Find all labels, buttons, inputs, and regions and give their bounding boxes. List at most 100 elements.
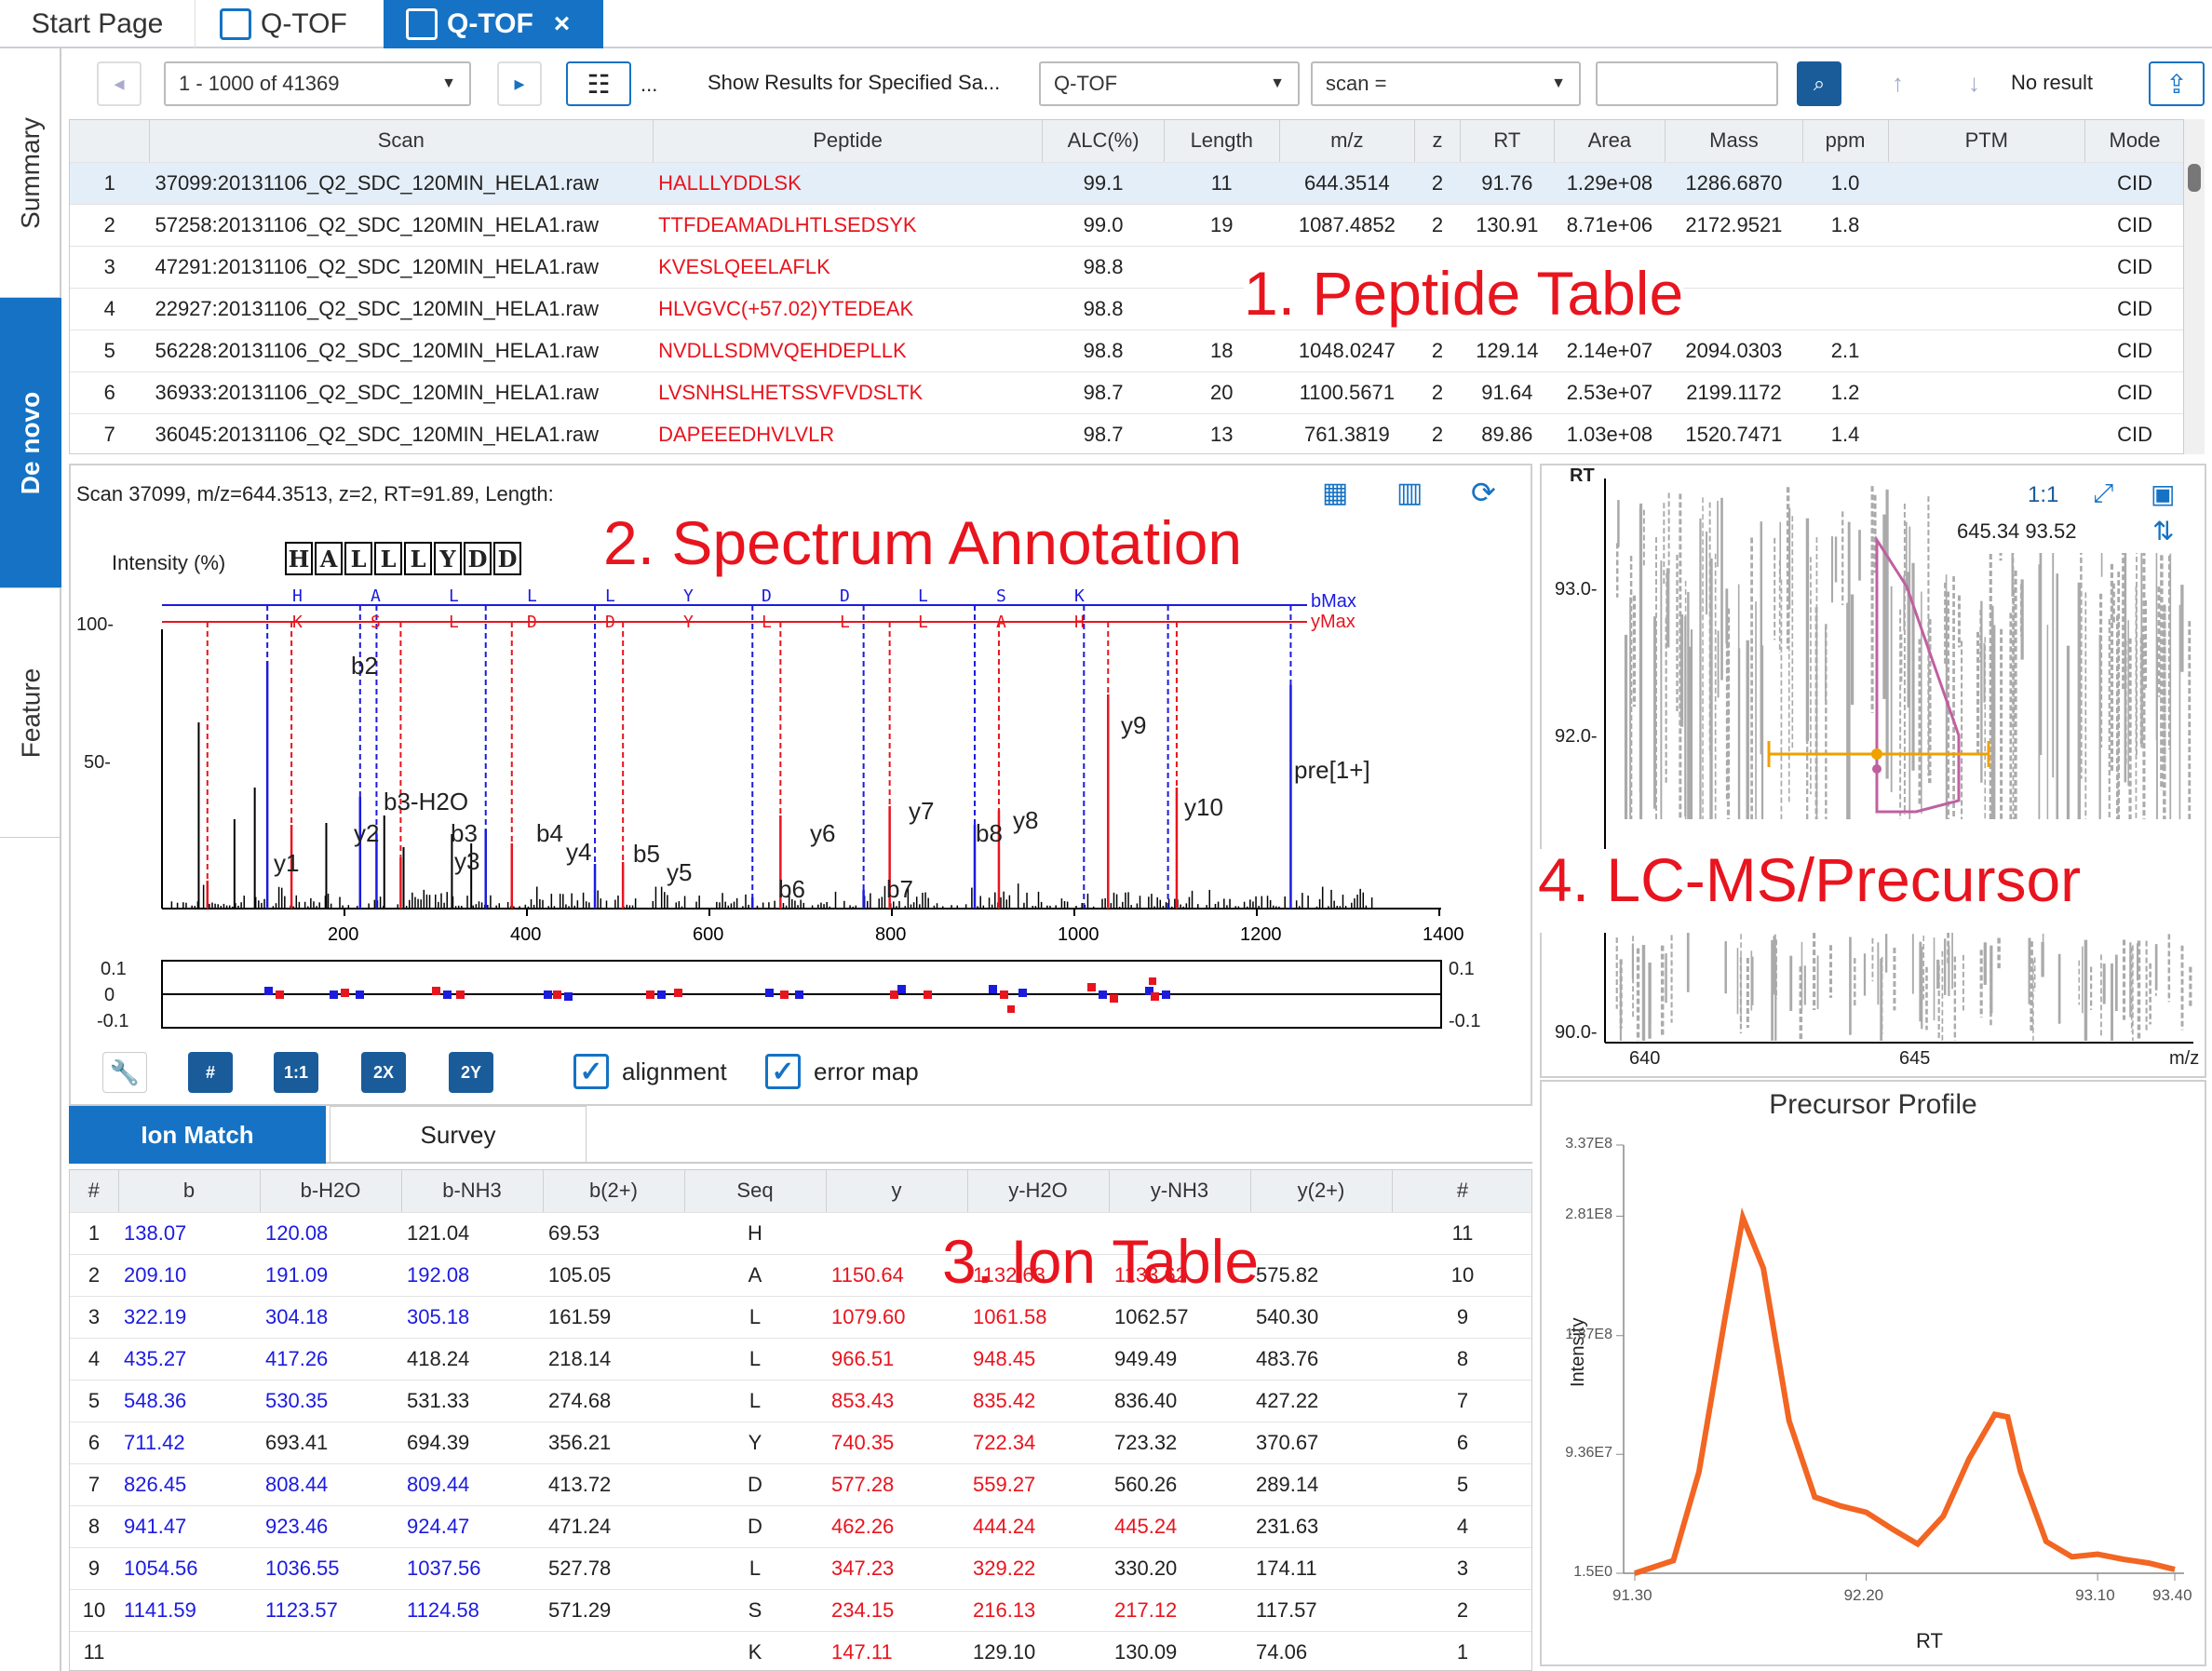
wrench-icon[interactable]: 🔧 (102, 1052, 147, 1093)
table-row[interactable]: 3 47291:20131106_Q2_SDC_120MIN_HELA1.raw K… (70, 246, 2183, 289)
peptide-col-header[interactable]: Scan (149, 120, 654, 163)
bar-chart-icon[interactable]: ▥ (1396, 477, 1423, 509)
table-row[interactable]: 4 435.27 417.26 418.24 218.14 L 966.51 948.45 94… (70, 1338, 1531, 1381)
table-cell: 2 (1392, 1589, 1531, 1632)
table-cell: 18 (1164, 330, 1280, 372)
tab-start-page[interactable]: Start Page (0, 0, 196, 48)
table-cell: 826.45 (118, 1463, 260, 1506)
tab-qtof-1[interactable]: Q-TOF (207, 0, 393, 48)
peptide-col-header[interactable] (70, 120, 150, 163)
table-cell: 445.24 (1109, 1505, 1250, 1548)
table-row[interactable]: 1 138.07 120.08 121.04 69.53 H 11 (70, 1212, 1531, 1255)
tab-survey[interactable]: Survey (330, 1106, 587, 1164)
table-cell: K (684, 1631, 826, 1670)
tab-qtof-2[interactable]: Q-TOF × (384, 0, 603, 48)
prev-page-button[interactable]: ◂ (97, 61, 142, 106)
table-row[interactable]: 5 56228:20131106_Q2_SDC_120MIN_HELA1.raw N… (70, 330, 2183, 372)
table-cell: 191.09 (260, 1254, 401, 1297)
spectrum-tool-icon[interactable] (1238, 473, 1275, 510)
peptide-col-header[interactable]: Mode (2084, 120, 2183, 163)
arrow-down-icon[interactable]: ↓ (1968, 69, 1980, 98)
table-cell: 4 (70, 1338, 118, 1381)
peptide-col-header[interactable]: ppm (1802, 120, 1889, 163)
peptide-col-header[interactable]: Peptide (653, 120, 1044, 163)
ion-col-header[interactable]: y-H2O (967, 1170, 1110, 1213)
ion-label-y7: y7 (909, 797, 935, 825)
next-page-button[interactable]: ▸ (497, 61, 542, 106)
profile-ytick: 3.37E8 (1565, 1136, 1612, 1152)
table-row[interactable]: 4 22927:20131106_Q2_SDC_120MIN_HELA1.raw H… (70, 288, 2183, 330)
table-row[interactable]: 8 941.47 923.46 924.47 471.24 D 462.26 444.24 44… (70, 1505, 1531, 1548)
table-row[interactable]: 3 322.19 304.18 305.18 161.59 L 1079.60 1061.58… (70, 1296, 1531, 1339)
table-row[interactable]: 2 209.10 191.09 192.08 105.05 A 1150.64 1132.63… (70, 1254, 1531, 1297)
table-row[interactable]: 6 711.42 693.41 694.39 356.21 Y 740.35 722.34 72… (70, 1422, 1531, 1464)
ion-col-header[interactable]: # (1392, 1170, 1531, 1213)
search-button[interactable]: ⌕ (1797, 61, 1841, 106)
ion-col-header[interactable]: b (118, 1170, 261, 1213)
page-range-select[interactable]: 1 - 1000 of 41369 ▼ (164, 61, 471, 106)
adjust-icon[interactable]: ⇅ (2152, 516, 2174, 546)
tab-ion-match[interactable]: Ion Match (69, 1106, 326, 1164)
image-export-icon[interactable]: ▣ (2151, 478, 2175, 509)
tab-summary[interactable]: Summary (0, 48, 61, 298)
tab-denovo[interactable]: De novo (0, 298, 61, 588)
table-cell: 216.13 (967, 1589, 1109, 1632)
ion-col-header[interactable]: b-NH3 (401, 1170, 544, 1213)
zoom-2x-button[interactable]: 2X (361, 1052, 406, 1093)
tab-feature[interactable]: Feature (0, 588, 61, 838)
table-cell: 20 (1164, 371, 1280, 414)
table-cell: 129.10 (967, 1631, 1109, 1670)
table-cell: 138.07 (118, 1212, 260, 1255)
hash-button[interactable]: # (188, 1052, 233, 1093)
table-cell: 2 (1414, 371, 1461, 414)
tab-bar: Start Page Q-TOF Q-TOF × (0, 0, 2212, 48)
table-row[interactable]: 10 1141.59 1123.57 1124.58 571.29 S 234.15 216.… (70, 1589, 1531, 1632)
image-icon[interactable]: ▦ (1322, 477, 1348, 509)
table-cell: 7 (70, 413, 150, 453)
ion-col-header[interactable]: b-H2O (260, 1170, 402, 1213)
table-row[interactable]: 2 57258:20131106_Q2_SDC_120MIN_HELA1.raw T… (70, 204, 2183, 247)
filter-settings-button[interactable]: ☷ (566, 61, 631, 106)
table-cell: 853.43 (826, 1380, 967, 1422)
close-icon[interactable]: × (554, 8, 571, 40)
zoom-2y-button[interactable]: 2Y (449, 1052, 493, 1093)
peptide-col-header[interactable]: Length (1164, 120, 1280, 163)
peptide-col-header[interactable]: Area (1554, 120, 1666, 163)
ion-col-header[interactable]: y-NH3 (1109, 1170, 1251, 1213)
peptide-col-header[interactable]: PTM (1888, 120, 2086, 163)
table-row[interactable]: 6 36933:20131106_Q2_SDC_120MIN_HELA1.raw L… (70, 371, 2183, 414)
ion-col-header[interactable]: b(2+) (543, 1170, 685, 1213)
filter-value-input[interactable] (1596, 61, 1778, 106)
table-row[interactable]: 11 K 147.11 129.10 130.09 74.06 1 (70, 1631, 1531, 1670)
peptide-col-header[interactable]: ALC(%) (1042, 120, 1165, 163)
arrow-up-icon[interactable]: ↑ (1892, 69, 1904, 98)
table-row[interactable]: 9 1054.56 1036.55 1037.56 527.78 L 347.23 329.2… (70, 1547, 1531, 1590)
refresh-icon[interactable]: ⟳ (1471, 475, 1496, 510)
filter-field-select[interactable]: scan = ▼ (1311, 61, 1581, 106)
table-cell: 192.08 (401, 1254, 543, 1297)
ion-col-header[interactable]: y (826, 1170, 968, 1213)
peptide-col-header[interactable]: m/z (1279, 120, 1415, 163)
peptide-col-header[interactable]: z (1414, 120, 1462, 163)
table-cell: HLVGVC(+57.02)YTEDEAK (653, 288, 1043, 330)
sample-select[interactable]: Q-TOF ▼ (1039, 61, 1300, 106)
ion-col-header[interactable]: Seq (684, 1170, 827, 1213)
profile-ytick: 2.81E8 (1565, 1206, 1612, 1223)
table-row[interactable]: 1 37099:20131106_Q2_SDC_120MIN_HELA1.raw H… (70, 162, 2183, 205)
ion-col-header[interactable]: # (70, 1170, 119, 1213)
more-button[interactable]: ... (641, 73, 657, 97)
error-map-checkbox[interactable]: ✓ (765, 1054, 801, 1089)
peptide-scrollbar[interactable] (2184, 119, 2205, 454)
chart-zoom-icon[interactable]: ⤢ (2093, 478, 2113, 509)
alignment-checkbox[interactable]: ✓ (573, 1054, 609, 1089)
table-row[interactable]: 7 826.45 808.44 809.44 413.72 D 577.28 559.27 56… (70, 1463, 1531, 1506)
lcms-ratio[interactable]: 1:1 (2028, 482, 2058, 508)
peptide-col-header[interactable]: Mass (1665, 120, 1803, 163)
table-row[interactable]: 5 548.36 530.35 531.33 274.68 L 853.43 835.42 83… (70, 1380, 1531, 1422)
ion-col-header[interactable]: y(2+) (1250, 1170, 1393, 1213)
table-row[interactable]: 7 36045:20131106_Q2_SDC_120MIN_HELA1.raw D… (70, 413, 2183, 453)
export-button[interactable]: ⇪ (2149, 61, 2205, 106)
ratio-button[interactable]: 1:1 (274, 1052, 318, 1093)
peptide-col-header[interactable]: RT (1460, 120, 1555, 163)
table-cell: 304.18 (260, 1296, 401, 1339)
